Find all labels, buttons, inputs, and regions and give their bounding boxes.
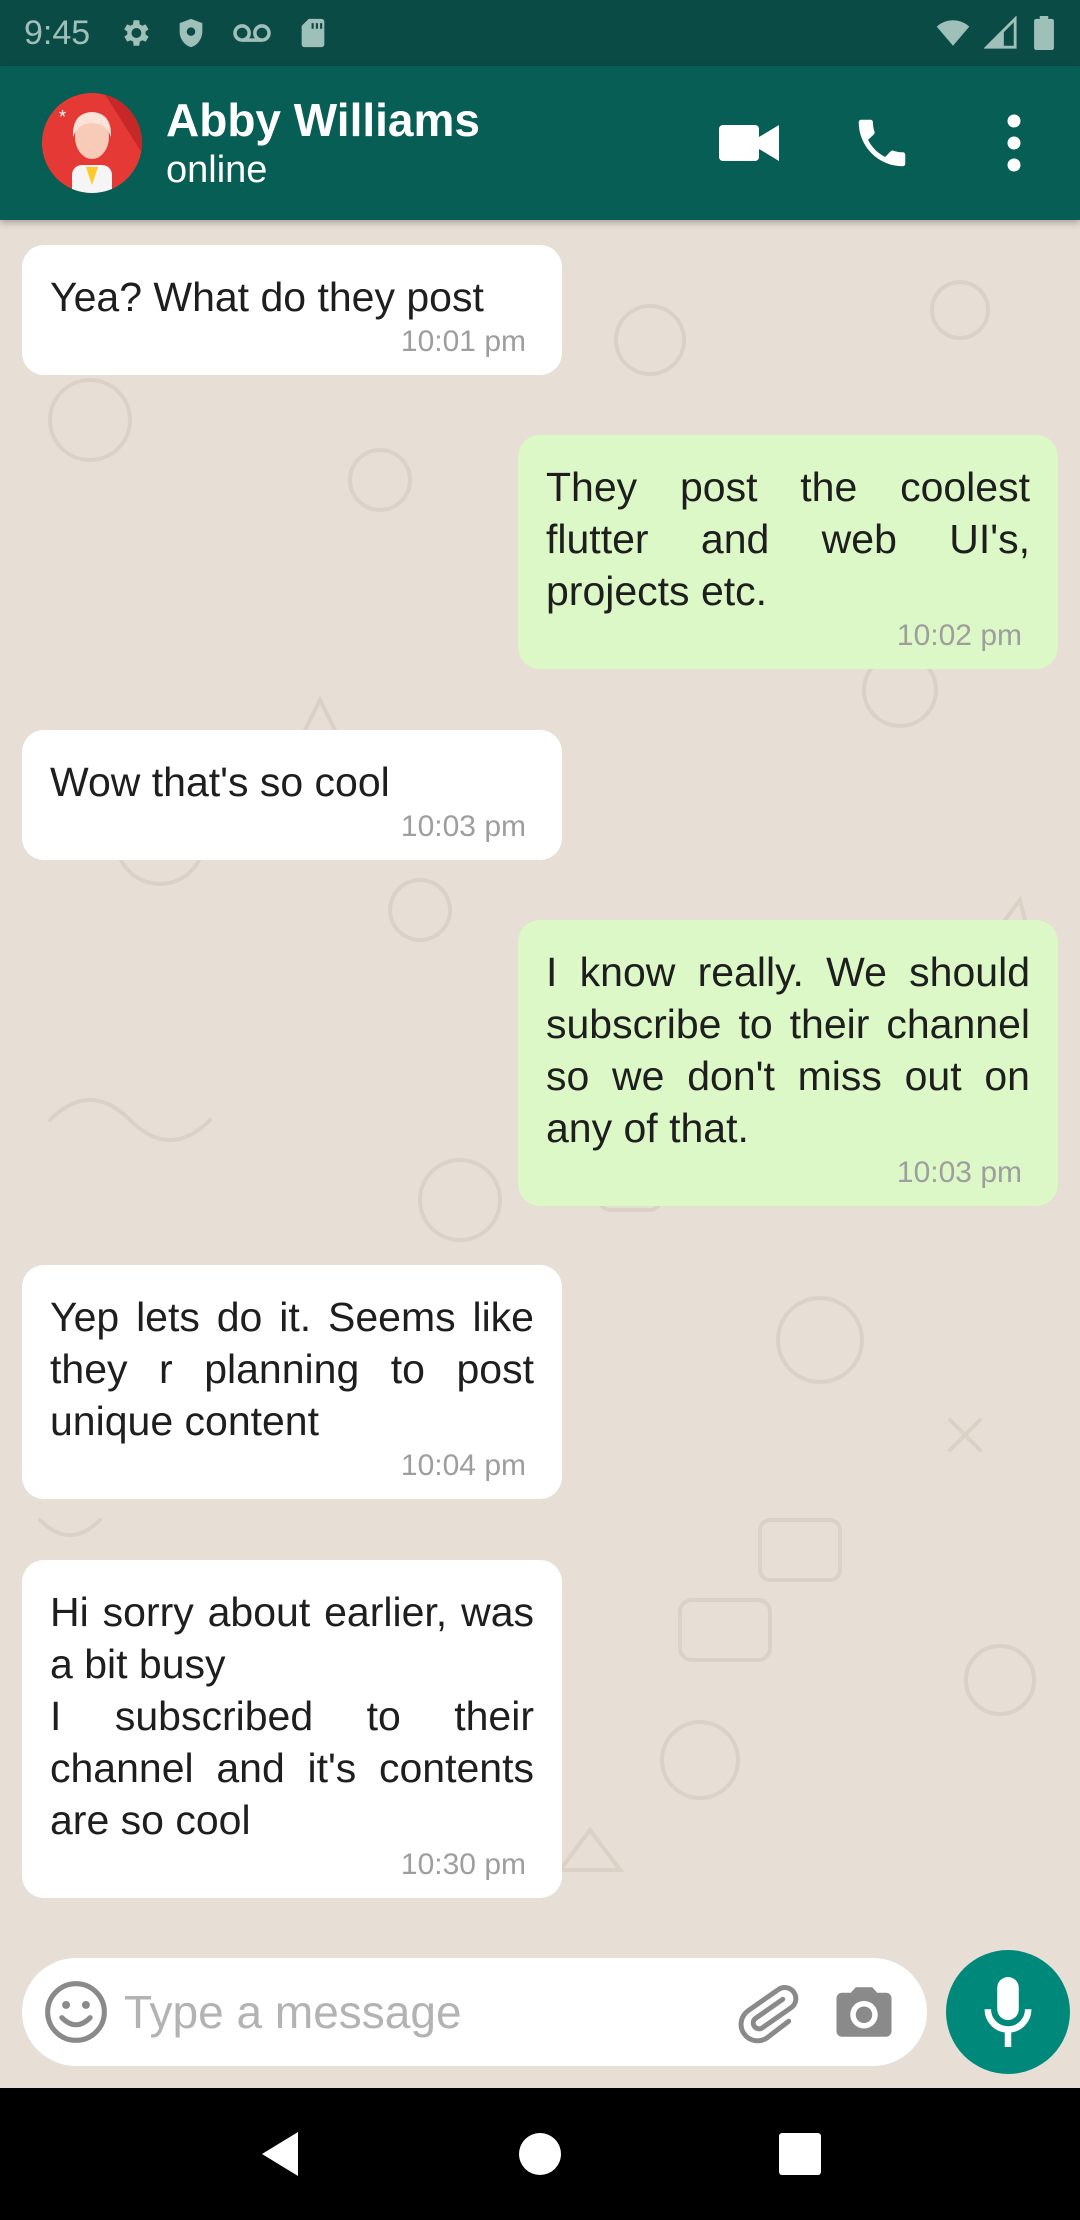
- svg-text:*: *: [59, 107, 66, 127]
- message-time: 10:02 pm: [896, 619, 1022, 652]
- phone-icon: [858, 119, 906, 167]
- video-call-icon: [719, 125, 779, 161]
- message-text: I know really. We should subscribe to th…: [546, 949, 1030, 1151]
- video-call-button[interactable]: [684, 77, 816, 209]
- voicemail-icon: [233, 24, 271, 42]
- message-bubble-incoming[interactable]: Hi sorry about earlier, was a bit busy I…: [22, 1560, 562, 1898]
- more-vert-icon: [1007, 114, 1021, 172]
- message-text: Wow that's so cool: [50, 759, 390, 805]
- shield-icon: [179, 18, 203, 48]
- header-actions: [684, 77, 1080, 209]
- home-icon: [519, 2133, 561, 2175]
- message-time: 10:03 pm: [896, 1156, 1022, 1189]
- cell-signal-icon: [984, 16, 1017, 49]
- chat-header: * Abby Williams online: [0, 66, 1080, 220]
- nav-recents-button[interactable]: [755, 2109, 845, 2199]
- message-text: Yea? What do they post: [50, 274, 484, 320]
- message-bubble-outgoing[interactable]: They post the coolest flutter and web UI…: [518, 435, 1058, 669]
- message-time: 10:03 pm: [400, 810, 526, 843]
- message-bubble-incoming[interactable]: Yea? What do they post 10:01 pm: [22, 245, 562, 375]
- attach-icon[interactable]: [735, 1979, 801, 2045]
- message-time: 10:30 pm: [400, 1848, 526, 1881]
- contact-photo: *: [42, 93, 142, 193]
- contact-info[interactable]: Abby Williams online: [166, 93, 480, 193]
- message-composer: [22, 1958, 927, 2066]
- avatar[interactable]: *: [42, 93, 142, 193]
- battery-icon: [1034, 16, 1054, 50]
- message-time: 10:04 pm: [400, 1449, 526, 1482]
- message-bubble-outgoing[interactable]: I know really. We should subscribe to th…: [518, 920, 1058, 1206]
- message-text: Yep lets do it. Seems like they r planni…: [50, 1294, 534, 1444]
- system-nav-bar: [0, 2088, 1080, 2220]
- message-time: 10:01 pm: [400, 325, 526, 358]
- voice-record-button[interactable]: [946, 1950, 1070, 2074]
- contact-name: Abby Williams: [166, 94, 480, 146]
- status-time: 9:45: [24, 13, 91, 52]
- message-bubble-incoming[interactable]: Wow that's so cool 10:03 pm: [22, 730, 562, 860]
- voice-call-button[interactable]: [816, 77, 948, 209]
- recents-icon: [779, 2133, 821, 2175]
- settings-icon: [124, 20, 149, 46]
- emoji-icon[interactable]: [42, 1978, 110, 2046]
- nav-home-button[interactable]: [495, 2109, 585, 2199]
- mic-icon: [984, 1977, 1032, 2047]
- message-text: They post the coolest flutter and web UI…: [546, 464, 1030, 614]
- sd-card-icon: [301, 18, 325, 48]
- status-icons-left: [118, 16, 330, 50]
- camera-icon[interactable]: [831, 1979, 897, 2045]
- nav-back-button[interactable]: [235, 2109, 325, 2199]
- wifi-icon: [936, 20, 970, 46]
- more-options-button[interactable]: [948, 77, 1080, 209]
- status-icons-right: [936, 16, 1056, 50]
- message-list[interactable]: Yea? What do they post 10:01 pm They pos…: [0, 220, 1080, 1960]
- status-bar: 9:45: [0, 0, 1080, 66]
- message-text: Hi sorry about earlier, was a bit busy I…: [50, 1589, 534, 1843]
- back-icon: [262, 2132, 298, 2176]
- message-bubble-incoming[interactable]: Yep lets do it. Seems like they r planni…: [22, 1265, 562, 1499]
- contact-status: online: [166, 149, 268, 191]
- message-input[interactable]: [124, 1985, 735, 2039]
